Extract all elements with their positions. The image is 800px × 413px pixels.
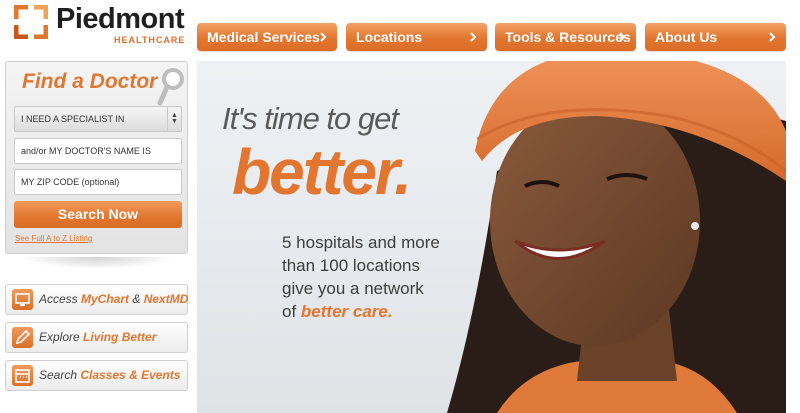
mychart-nextmd-link[interactable]: Access MyChart & NextMD bbox=[5, 284, 188, 315]
a-to-z-listing-link[interactable]: See Full A to Z Listing bbox=[15, 234, 92, 243]
blurb-line: than 100 locations bbox=[282, 256, 420, 275]
pencil-icon bbox=[12, 327, 33, 348]
search-now-button[interactable]: Search Now bbox=[14, 201, 182, 228]
specialist-select[interactable]: I NEED A SPECIALIST IN ▲ ▼ bbox=[14, 106, 182, 132]
blurb-line: of better care. bbox=[282, 302, 393, 321]
zip-code-input[interactable]: MY ZIP CODE (optional) bbox=[14, 169, 182, 195]
chevron-right-icon bbox=[320, 32, 327, 42]
nav-about-us[interactable]: About Us bbox=[645, 23, 786, 51]
classes-events-link[interactable]: Search Classes & Events bbox=[5, 360, 188, 391]
hero-tagline: It's time to get bbox=[222, 101, 399, 136]
living-better-link[interactable]: Explore Living Better bbox=[5, 322, 188, 353]
select-arrows-icon: ▲ ▼ bbox=[167, 107, 181, 131]
logo-mark-icon bbox=[14, 5, 48, 39]
nav-tools-resources[interactable]: Tools & Resources bbox=[495, 23, 636, 51]
nav-label: Locations bbox=[356, 29, 423, 45]
panel-shadow bbox=[20, 257, 175, 269]
specialist-select-value: I NEED A SPECIALIST IN bbox=[21, 114, 125, 124]
hero-headline: better. bbox=[232, 136, 412, 208]
computer-icon bbox=[12, 289, 33, 310]
nav-label: About Us bbox=[655, 29, 718, 45]
blurb-line: give you a network bbox=[282, 279, 424, 298]
doctor-name-placeholder: and/or MY DOCTOR'S NAME IS bbox=[21, 146, 151, 156]
nav-locations[interactable]: Locations bbox=[346, 23, 487, 51]
magnifier-icon bbox=[157, 68, 184, 106]
doctor-name-input[interactable]: and/or MY DOCTOR'S NAME IS bbox=[14, 138, 182, 164]
calendar-icon bbox=[12, 365, 33, 386]
hero-blurb: 5 hospitals and more than 100 locations … bbox=[282, 231, 472, 323]
piedmont-logo[interactable]: Piedmont HEALTHCARE bbox=[14, 2, 194, 46]
nav-label: Medical Services bbox=[207, 29, 320, 45]
nav-label: Tools & Resources bbox=[505, 29, 631, 45]
nav-medical-services[interactable]: Medical Services bbox=[197, 23, 337, 51]
hero-banner[interactable]: It's time to get better. 5 hospitals and… bbox=[197, 61, 786, 413]
brand-name: Piedmont bbox=[56, 3, 185, 35]
quick-link-label: Search Classes & Events bbox=[39, 368, 181, 382]
better-care-text: better care. bbox=[300, 302, 393, 321]
zip-code-placeholder: MY ZIP CODE (optional) bbox=[21, 177, 120, 187]
chevron-right-icon bbox=[769, 32, 776, 42]
find-a-doctor-panel: Find a Doctor I NEED A SPECIALIST IN ▲ ▼ … bbox=[5, 61, 188, 254]
brand-subtitle: HEALTHCARE bbox=[114, 35, 186, 45]
chevron-right-icon bbox=[470, 32, 477, 42]
chevron-right-icon bbox=[619, 32, 626, 42]
finder-title: Find a Doctor bbox=[22, 70, 158, 93]
quick-link-label: Explore Living Better bbox=[39, 330, 157, 344]
quick-link-label: Access MyChart & NextMD bbox=[39, 292, 189, 306]
blurb-line: 5 hospitals and more bbox=[282, 233, 440, 252]
